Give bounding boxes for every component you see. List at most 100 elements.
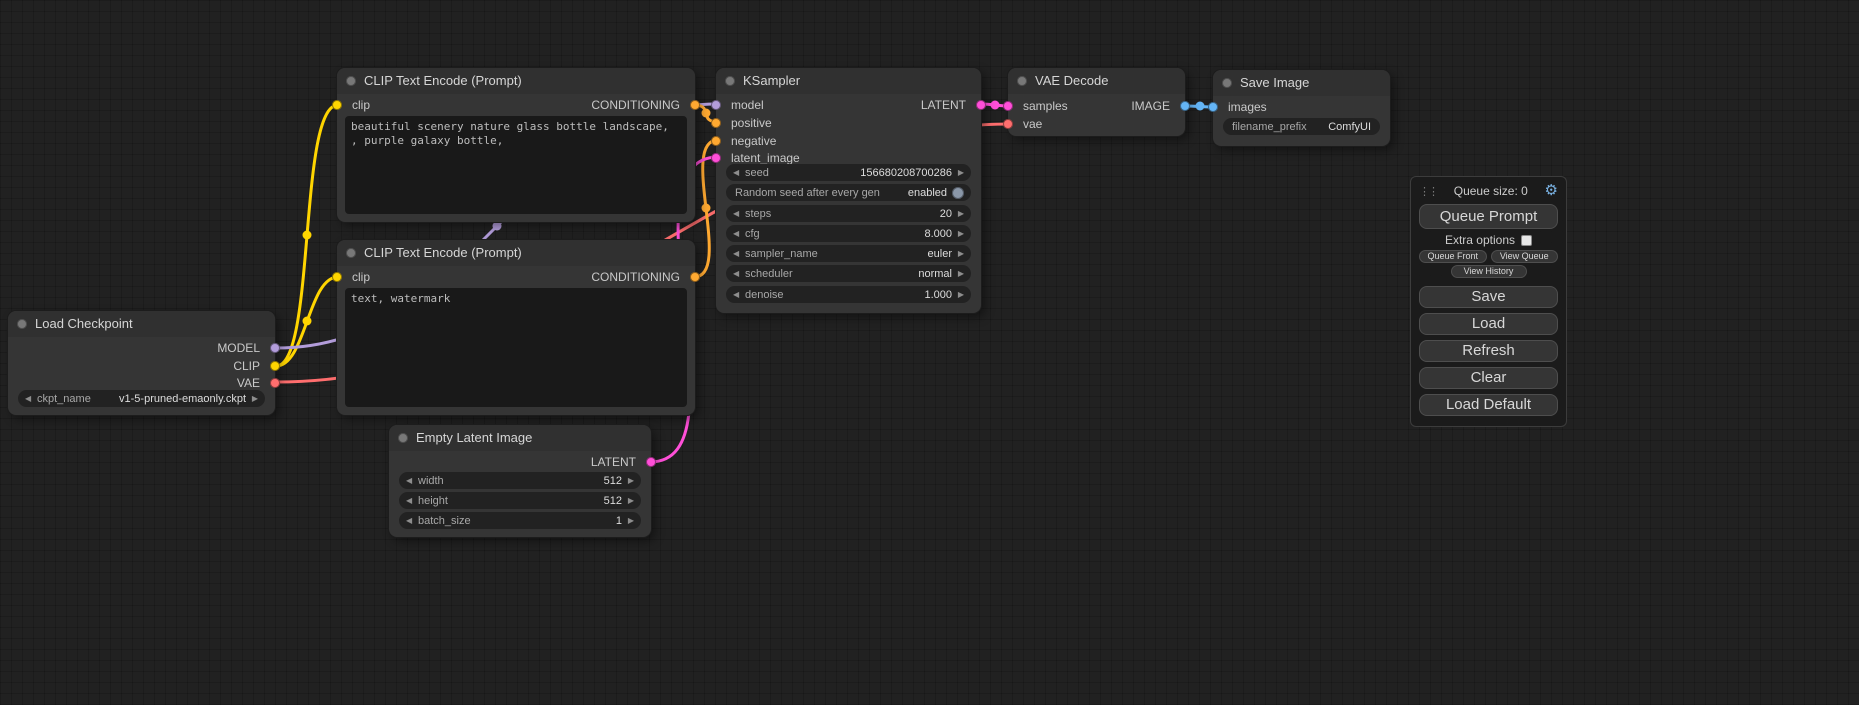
settings-gear-icon[interactable] bbox=[1545, 182, 1558, 200]
extra-options-checkbox[interactable] bbox=[1521, 235, 1532, 246]
node-graph-canvas[interactable]: Load Checkpoint MODEL CLIP VAE ckpt_name… bbox=[0, 0, 1859, 705]
increment-arrow-icon[interactable] bbox=[954, 164, 964, 181]
widget-height[interactable]: height 512 bbox=[399, 492, 641, 509]
queue-front-button[interactable]: Queue Front bbox=[1419, 250, 1487, 263]
slot-label: LATENT bbox=[921, 98, 966, 112]
node-header[interactable]: Empty Latent Image bbox=[389, 425, 651, 451]
image-output-port[interactable] bbox=[1180, 101, 1190, 111]
load-button[interactable]: Load bbox=[1419, 313, 1558, 335]
node-header[interactable]: CLIP Text Encode (Prompt) bbox=[337, 68, 695, 94]
refresh-button[interactable]: Refresh bbox=[1419, 340, 1558, 362]
node-empty-latent-image[interactable]: Empty Latent Image LATENT width 512 heig… bbox=[389, 425, 651, 537]
clear-button[interactable]: Clear bbox=[1419, 367, 1558, 389]
widget-value: 8.000 bbox=[762, 228, 954, 240]
clip-output-port[interactable] bbox=[270, 361, 280, 371]
collapse-dot-icon[interactable] bbox=[725, 76, 735, 86]
node-header[interactable]: KSampler bbox=[716, 68, 981, 94]
view-history-button[interactable]: View History bbox=[1451, 265, 1527, 278]
widget-value: v1-5-pruned-emaonly.ckpt bbox=[93, 393, 248, 405]
widget-name: denoise bbox=[743, 289, 786, 301]
latent-image-input-port[interactable] bbox=[711, 153, 721, 163]
positive-input-port[interactable] bbox=[711, 118, 721, 128]
collapse-dot-icon[interactable] bbox=[1222, 78, 1232, 88]
link-midpoint-dot bbox=[493, 222, 502, 231]
node-save-image[interactable]: Save Image images filename_prefix ComfyU… bbox=[1213, 70, 1390, 146]
vae-input-port[interactable] bbox=[1003, 119, 1013, 129]
queue-prompt-button[interactable]: Queue Prompt bbox=[1419, 204, 1558, 229]
save-button[interactable]: Save bbox=[1419, 286, 1558, 308]
latent-output-port[interactable] bbox=[646, 457, 656, 467]
node-header[interactable]: Load Checkpoint bbox=[8, 311, 275, 337]
node-header[interactable]: Save Image bbox=[1213, 70, 1390, 96]
toggle-knob-icon[interactable] bbox=[952, 187, 964, 199]
node-ksampler[interactable]: KSampler model LATENT positive negative … bbox=[716, 68, 981, 313]
collapse-dot-icon[interactable] bbox=[1017, 76, 1027, 86]
slot-label: CONDITIONING bbox=[591, 270, 680, 284]
widget-batch-size[interactable]: batch_size 1 bbox=[399, 512, 641, 529]
node-header[interactable]: VAE Decode bbox=[1008, 68, 1185, 94]
negative-input-port[interactable] bbox=[711, 136, 721, 146]
increment-arrow-icon[interactable] bbox=[954, 245, 964, 262]
increment-arrow-icon[interactable] bbox=[624, 512, 634, 529]
decrement-arrow-icon[interactable] bbox=[25, 390, 35, 407]
input-slot-negative: negative bbox=[716, 132, 981, 150]
widget-seed[interactable]: seed 156680208700286 bbox=[726, 164, 971, 181]
decrement-arrow-icon[interactable] bbox=[733, 286, 743, 303]
collapse-dot-icon[interactable] bbox=[398, 433, 408, 443]
widget-cfg[interactable]: cfg 8.000 bbox=[726, 225, 971, 242]
load-default-button[interactable]: Load Default bbox=[1419, 394, 1558, 416]
collapse-dot-icon[interactable] bbox=[346, 248, 356, 258]
prompt-textarea[interactable]: text, watermark bbox=[345, 288, 687, 407]
widget-filename-prefix[interactable]: filename_prefix ComfyUI bbox=[1223, 118, 1380, 135]
widget-sampler-name[interactable]: sampler_name euler bbox=[726, 245, 971, 262]
increment-arrow-icon[interactable] bbox=[954, 225, 964, 242]
conditioning-output-port[interactable] bbox=[690, 100, 700, 110]
conditioning-output-port[interactable] bbox=[690, 272, 700, 282]
model-output-port[interactable] bbox=[270, 343, 280, 353]
collapse-dot-icon[interactable] bbox=[17, 319, 27, 329]
increment-arrow-icon[interactable] bbox=[954, 205, 964, 222]
widget-width[interactable]: width 512 bbox=[399, 472, 641, 489]
widget-name: height bbox=[416, 495, 450, 507]
collapse-dot-icon[interactable] bbox=[346, 76, 356, 86]
widget-steps[interactable]: steps 20 bbox=[726, 205, 971, 222]
decrement-arrow-icon[interactable] bbox=[406, 472, 416, 489]
decrement-arrow-icon[interactable] bbox=[406, 512, 416, 529]
slot-label: negative bbox=[731, 134, 776, 148]
widget-random-seed-toggle[interactable]: Random seed after every gen enabled bbox=[726, 184, 971, 201]
increment-arrow-icon[interactable] bbox=[624, 472, 634, 489]
decrement-arrow-icon[interactable] bbox=[733, 164, 743, 181]
node-title-text: CLIP Text Encode (Prompt) bbox=[364, 73, 522, 88]
widget-ckpt-name[interactable]: ckpt_name v1-5-pruned-emaonly.ckpt bbox=[18, 390, 265, 407]
widget-denoise[interactable]: denoise 1.000 bbox=[726, 286, 971, 303]
prompt-textarea[interactable]: beautiful scenery nature glass bottle la… bbox=[345, 116, 687, 214]
decrement-arrow-icon[interactable] bbox=[733, 265, 743, 282]
slot-label: LATENT bbox=[591, 455, 636, 469]
node-vae-decode[interactable]: VAE Decode samples IMAGE vae bbox=[1008, 68, 1185, 136]
decrement-arrow-icon[interactable] bbox=[733, 245, 743, 262]
images-input-port[interactable] bbox=[1208, 102, 1218, 112]
widget-scheduler[interactable]: scheduler normal bbox=[726, 265, 971, 282]
latent-output-port[interactable] bbox=[976, 100, 986, 110]
increment-arrow-icon[interactable] bbox=[248, 390, 258, 407]
slot-label: latent_image bbox=[731, 151, 800, 165]
node-header[interactable]: CLIP Text Encode (Prompt) bbox=[337, 240, 695, 266]
queue-small-buttons-row: Queue Front View Queue bbox=[1419, 250, 1558, 263]
node-clip-text-encode-positive[interactable]: CLIP Text Encode (Prompt) clip CONDITION… bbox=[337, 68, 695, 222]
widget-name: cfg bbox=[743, 228, 762, 240]
increment-arrow-icon[interactable] bbox=[954, 265, 964, 282]
decrement-arrow-icon[interactable] bbox=[406, 492, 416, 509]
node-load-checkpoint[interactable]: Load Checkpoint MODEL CLIP VAE ckpt_name… bbox=[8, 311, 275, 415]
widget-name: filename_prefix bbox=[1230, 121, 1309, 133]
increment-arrow-icon[interactable] bbox=[624, 492, 634, 509]
decrement-arrow-icon[interactable] bbox=[733, 225, 743, 242]
queue-menu-panel: Queue size: 0 Queue Prompt Extra options… bbox=[1410, 176, 1567, 427]
view-queue-button[interactable]: View Queue bbox=[1491, 250, 1559, 263]
decrement-arrow-icon[interactable] bbox=[733, 205, 743, 222]
output-slot-image: IMAGE bbox=[1008, 97, 1185, 115]
increment-arrow-icon[interactable] bbox=[954, 286, 964, 303]
drag-handle-icon[interactable] bbox=[1419, 182, 1437, 200]
node-clip-text-encode-negative[interactable]: CLIP Text Encode (Prompt) clip CONDITION… bbox=[337, 240, 695, 415]
vae-output-port[interactable] bbox=[270, 378, 280, 388]
widget-name: batch_size bbox=[416, 515, 473, 527]
